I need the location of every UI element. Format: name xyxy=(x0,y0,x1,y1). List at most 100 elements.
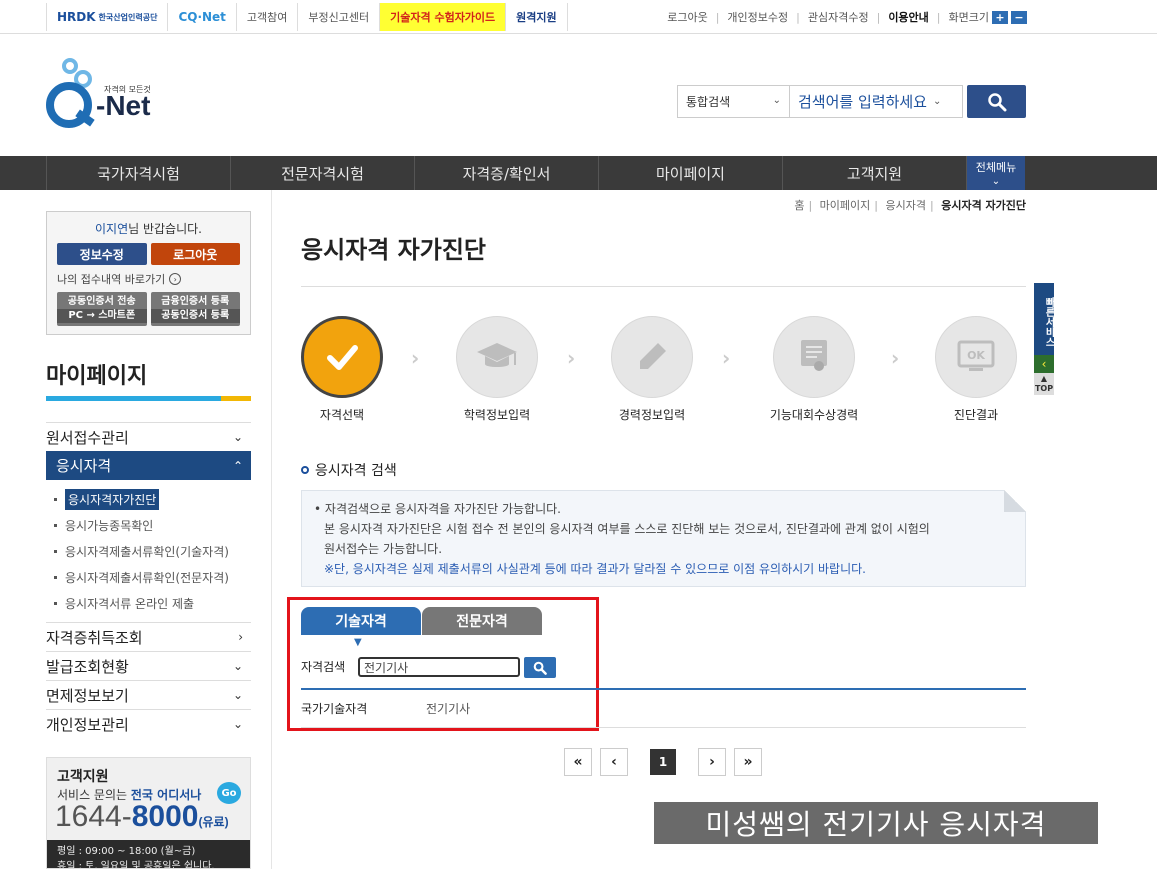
customer-participation-link[interactable]: 고객참여 xyxy=(235,3,297,31)
diagnosis-steps: 자격선택 › 학력정보입력 › 경력정보입력 › 기능대회수상경력 › OK 진… xyxy=(301,316,1026,426)
search-icon xyxy=(987,92,1006,111)
sidebar-item-application[interactable]: 원서접수관리 ⌄ xyxy=(46,422,251,451)
check-icon xyxy=(327,345,358,370)
chevron-right-icon: › xyxy=(238,630,243,644)
qnet-logo[interactable]: 자격의 모든것 -Net xyxy=(46,58,176,138)
logo-bubble-icon xyxy=(62,58,78,74)
all-menu-button[interactable]: 전체메뉴 ⌄ xyxy=(966,156,1025,190)
usage-guide-link[interactable]: 이용안내 xyxy=(888,9,928,25)
scroll-top-button[interactable]: ▲ TOP xyxy=(1034,373,1054,395)
cert-transfer-button[interactable]: 공동인증서 전송 PC → 스마트폰 xyxy=(57,292,147,326)
bullet-icon xyxy=(301,466,309,474)
qualification-search-input[interactable]: 전기기사 xyxy=(358,657,520,677)
sidebar-item-qualification[interactable]: 응시자격 ⌃ xyxy=(46,451,251,480)
pagination: « ‹ 1 › » xyxy=(564,748,762,776)
nav-national-exam[interactable]: 국가자격시험 xyxy=(46,156,230,190)
breadcrumb-current: 응시자격 자가진단 xyxy=(941,199,1026,212)
chevron-down-icon: ⌄ xyxy=(232,688,243,702)
chevron-down-icon: ▼ xyxy=(354,637,362,648)
chevron-down-icon: ⌄ xyxy=(232,430,243,444)
login-box: 이지연님 반갑습니다. 정보수정 로그아웃 나의 접수내역 바로가기 › 공동인… xyxy=(46,211,251,335)
sidebar-item-personal-info[interactable]: 개인정보관리 ⌄ xyxy=(46,709,251,738)
tab-technical-qualification[interactable]: 기술자격 xyxy=(301,607,421,635)
notice-box: • 자격검색으로 응시자격을 자가진단 가능합니다. 본 응시자격 자가진단은 … xyxy=(301,490,1026,587)
caption-overlay: 미성쌤의 전기기사 응시자격 xyxy=(654,802,1098,844)
chevron-right-icon: › xyxy=(411,346,420,370)
logout-link[interactable]: 로그아웃 xyxy=(667,9,707,25)
customer-support-box: 고객지원 서비스 문의는 전국 어디서나 Go 1644-8000(유료) 평일… xyxy=(46,757,251,869)
cs-hours: 평일 : 09:00 ~ 18:00 (월~금) 휴일 : 토, 일요일 및 공… xyxy=(47,840,250,868)
page-number[interactable]: 1 xyxy=(650,749,676,775)
sidebar-submenu: 응시자격자가진단 응시가능종목확인 응시자격제출서류확인(기술자격) 응시자격제… xyxy=(46,480,251,622)
cqnet-link[interactable]: CQ·Net xyxy=(167,3,235,31)
submenu-docs-pro[interactable]: 응시자격제출서류확인(전문자격) xyxy=(54,564,251,590)
arrow-right-icon: › xyxy=(169,273,182,285)
svg-text:OK: OK xyxy=(967,349,985,362)
zoom-in-button[interactable]: + xyxy=(992,10,1008,24)
font-size-label: 화면크기 xyxy=(948,11,989,24)
qualification-search-label: 자격검색 xyxy=(301,660,346,674)
chevron-down-icon: ⌄ xyxy=(772,95,781,106)
chevron-down-icon: ⌄ xyxy=(232,659,243,673)
quick-service-button[interactable]: 빠른서비스 xyxy=(1034,283,1054,355)
result-category: 국가기술자격 xyxy=(301,702,368,716)
zoom-out-button[interactable]: − xyxy=(1011,10,1027,24)
page-fold-icon xyxy=(1004,490,1026,512)
tab-professional-qualification[interactable]: 전문자격 xyxy=(422,607,542,635)
submenu-docs-tech[interactable]: 응시자격제출서류확인(기술자격) xyxy=(54,538,251,564)
edit-info-link[interactable]: 개인정보수정 xyxy=(727,9,788,25)
cs-title: 고객지원 xyxy=(57,769,109,785)
report-center-link[interactable]: 부정신고센터 xyxy=(297,3,379,31)
remote-support-link[interactable]: 원격지원 xyxy=(505,3,568,31)
search-type-select[interactable]: 통합검색 ⌄ xyxy=(678,86,790,117)
my-application-shortcut[interactable]: 나의 접수내역 바로가기 › xyxy=(57,271,240,287)
prev-page-button[interactable]: ‹ xyxy=(600,748,628,776)
page-title: 응시자격 자가진단 xyxy=(301,236,486,264)
step-contest-award: 기능대회수상경력 xyxy=(770,316,858,423)
search-button[interactable] xyxy=(967,85,1026,118)
nav-customer-support[interactable]: 고객지원 xyxy=(782,156,966,190)
submenu-online-submit[interactable]: 응시자격서류 온라인 제출 xyxy=(54,590,251,616)
search-box: 통합검색 ⌄ 검색어를 입력하세요 ⌄ xyxy=(677,85,963,118)
step-result: OK 진단결과 xyxy=(935,316,1017,423)
nav-professional-exam[interactable]: 전문자격시험 xyxy=(230,156,414,190)
sidebar-item-issue-status[interactable]: 발급조회현황 ⌄ xyxy=(46,651,251,680)
breadcrumb-home[interactable]: 홈 xyxy=(794,199,804,212)
sidebar-item-certificate-lookup[interactable]: 자격증취득조회 › xyxy=(46,622,251,651)
next-page-button[interactable]: › xyxy=(698,748,726,776)
interest-link[interactable]: 관심자격수정 xyxy=(808,9,869,25)
certificate-icon xyxy=(801,340,827,371)
chevron-down-icon: ⌄ xyxy=(232,717,243,731)
main-navigation: 국가자격시험 전문자격시험 자격증/확인서 마이페이지 고객지원 전체메뉴 ⌄ xyxy=(0,156,1157,190)
user-links: 로그아웃 | 개인정보수정 | 관심자격수정 | 이용안내 | 화면크기 + − xyxy=(667,3,1027,31)
exam-guide-link[interactable]: 기술자격 수험자가이드 xyxy=(379,3,506,31)
sidebar-menu: 원서접수관리 ⌄ 응시자격 ⌃ 응시자격자가진단 응시가능종목확인 응시자격제출서류… xyxy=(46,422,251,738)
submenu-available-items[interactable]: 응시가능종목확인 xyxy=(54,512,251,538)
nav-certificate[interactable]: 자격증/확인서 xyxy=(414,156,598,190)
chevron-left-icon[interactable]: ‹ xyxy=(1034,355,1054,373)
result-name[interactable]: 전기기사 xyxy=(426,700,470,717)
top-utility-bar: HRDK 한국산업인력공단 CQ·Net 고객참여 부정신고센터 기술자격 수험자… xyxy=(0,0,1157,34)
chevron-down-icon: ⌄ xyxy=(932,96,942,107)
cert-register-button[interactable]: 금융인증서 등록 공동인증서 등록 xyxy=(150,292,240,326)
nav-mypage[interactable]: 마이페이지 xyxy=(598,156,782,190)
submenu-self-diagnosis[interactable]: 응시자격자가진단 xyxy=(54,486,251,512)
graduation-cap-icon xyxy=(477,343,517,367)
first-page-button[interactable]: « xyxy=(564,748,592,776)
logout-button[interactable]: 로그아웃 xyxy=(150,243,240,265)
search-input[interactable]: 검색어를 입력하세요 ⌄ xyxy=(790,91,962,112)
result-row[interactable]: 국가기술자격 전기기사 xyxy=(301,690,1026,728)
breadcrumb: 홈 | 마이페이지 | 응시자격 | 응시자격 자가진단 xyxy=(794,199,1026,212)
sidebar-item-exemption[interactable]: 면제정보보기 ⌄ xyxy=(46,680,251,709)
section-title: 응시자격 검색 xyxy=(301,460,397,480)
qualification-search-button[interactable] xyxy=(524,657,556,678)
monitor-ok-icon: OK xyxy=(957,340,995,371)
last-page-button[interactable]: » xyxy=(734,748,762,776)
logo-text: -Net xyxy=(96,90,151,121)
step-select-qualification: 자격선택 xyxy=(301,316,383,423)
breadcrumb-mypage[interactable]: 마이페이지 xyxy=(820,199,871,212)
edit-info-button[interactable]: 정보수정 xyxy=(57,243,147,265)
breadcrumb-qualification[interactable]: 응시자격 xyxy=(886,199,926,212)
family-site-links: HRDK 한국산업인력공단 CQ·Net 고객참여 부정신고센터 기술자격 수험자… xyxy=(46,3,568,31)
hrdk-link[interactable]: HRDK 한국산업인력공단 xyxy=(46,3,167,31)
